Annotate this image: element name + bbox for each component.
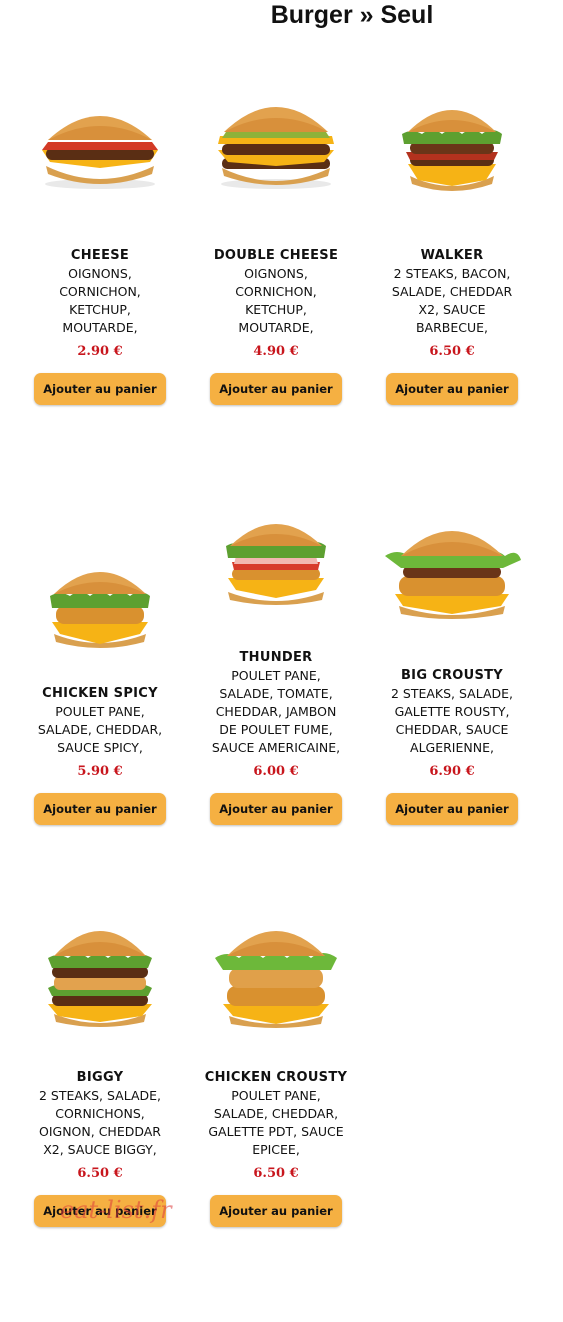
product-card-cheese: CHEESE OIGNONS, CORNICHON, KETCHUP, MOUTARD… bbox=[12, 80, 188, 500]
product-description: POULET PANE, SALADE, CHEDDAR, SAUCE SPICY, bbox=[37, 704, 163, 755]
product-price: 6.00 € bbox=[253, 764, 299, 779]
product-description: OIGNONS, CORNICHON, KETCHUP, MOUTARDE, bbox=[235, 266, 317, 335]
add-to-cart-button[interactable]: Ajouter au panier bbox=[34, 1195, 166, 1227]
add-to-cart-button[interactable]: Ajouter au panier bbox=[210, 1195, 342, 1227]
big-crousty-burger-icon bbox=[364, 510, 540, 650]
product-price: 6.50 € bbox=[77, 1166, 123, 1181]
add-to-cart-button[interactable]: Ajouter au panier bbox=[34, 793, 166, 825]
product-name: THUNDER bbox=[239, 650, 313, 665]
product-description: OIGNONS, CORNICHON, KETCHUP, MOUTARDE, bbox=[59, 266, 141, 335]
product-description: 2 STEAKS, SALADE, CORNICHONS, OIGNON, CHED… bbox=[38, 1088, 162, 1157]
double-cheeseburger-icon bbox=[188, 86, 364, 226]
product-name: WALKER bbox=[420, 248, 484, 263]
product-card-big-crousty: BIG CROUSTY 2 STEAKS, SALADE, GALETTE ROU… bbox=[364, 500, 540, 920]
product-description: 2 STEAKS, SALADE, GALETTE ROUSTY, CHEDDAR,… bbox=[390, 686, 514, 755]
product-price: 5.90 € bbox=[77, 764, 123, 779]
product-price: 4.90 € bbox=[253, 344, 299, 359]
product-name: CHEESE bbox=[70, 248, 130, 263]
thunder-burger-icon bbox=[188, 506, 364, 646]
product-card-walker: WALKER 2 STEAKS, BACON, SALADE, CHEDDAR X2… bbox=[364, 80, 540, 500]
product-description: POULET PANE, SALADE, TOMATE, CHEDDAR, JAMB… bbox=[211, 668, 341, 755]
biggy-burger-icon bbox=[12, 912, 188, 1052]
product-card-thunder: THUNDER POULET PANE, SALADE, TOMATE, CHEDD… bbox=[188, 500, 364, 920]
add-to-cart-button[interactable]: Ajouter au panier bbox=[386, 373, 518, 405]
product-price: 6.50 € bbox=[429, 344, 475, 359]
product-price: 6.90 € bbox=[429, 764, 475, 779]
chicken-spicy-burger-icon bbox=[12, 548, 188, 688]
product-name: BIGGY bbox=[76, 1070, 124, 1085]
product-card-chicken-spicy: CHICKEN SPICY POULET PANE, SALADE, CHEDDA… bbox=[12, 540, 188, 960]
add-to-cart-button[interactable]: Ajouter au panier bbox=[34, 373, 166, 405]
product-description: POULET PANE, SALADE, CHEDDAR, GALETTE PDT,… bbox=[208, 1088, 344, 1157]
product-name: DOUBLE CHEESE bbox=[213, 248, 339, 263]
cheeseburger-icon bbox=[12, 88, 188, 228]
product-card-biggy: BIGGY 2 STEAKS, SALADE, CORNICHONS, OIGNON… bbox=[12, 902, 188, 1322]
product-card-chicken-crousty: CHICKEN CROUSTY POULET PANE, SALADE, CHED… bbox=[188, 902, 364, 1322]
product-name: CHICKEN SPICY bbox=[42, 686, 158, 701]
product-price: 6.50 € bbox=[253, 1166, 299, 1181]
walker-burger-icon bbox=[364, 94, 540, 234]
product-description: 2 STEAKS, BACON, SALADE, CHEDDAR X2, SAUCE… bbox=[391, 266, 513, 335]
add-to-cart-button[interactable]: Ajouter au panier bbox=[210, 373, 342, 405]
add-to-cart-button[interactable]: Ajouter au panier bbox=[386, 793, 518, 825]
product-card-double-cheese: DOUBLE CHEESE OIGNONS, CORNICHON, KETCHUP,… bbox=[188, 80, 364, 500]
product-name: BIG CROUSTY bbox=[400, 668, 504, 683]
add-to-cart-button[interactable]: Ajouter au panier bbox=[210, 793, 342, 825]
chicken-crousty-burger-icon bbox=[188, 912, 364, 1052]
page-title: Burger » Seul bbox=[270, 1, 434, 29]
product-price: 2.90 € bbox=[77, 344, 123, 359]
product-name: CHICKEN CROUSTY bbox=[204, 1070, 348, 1085]
